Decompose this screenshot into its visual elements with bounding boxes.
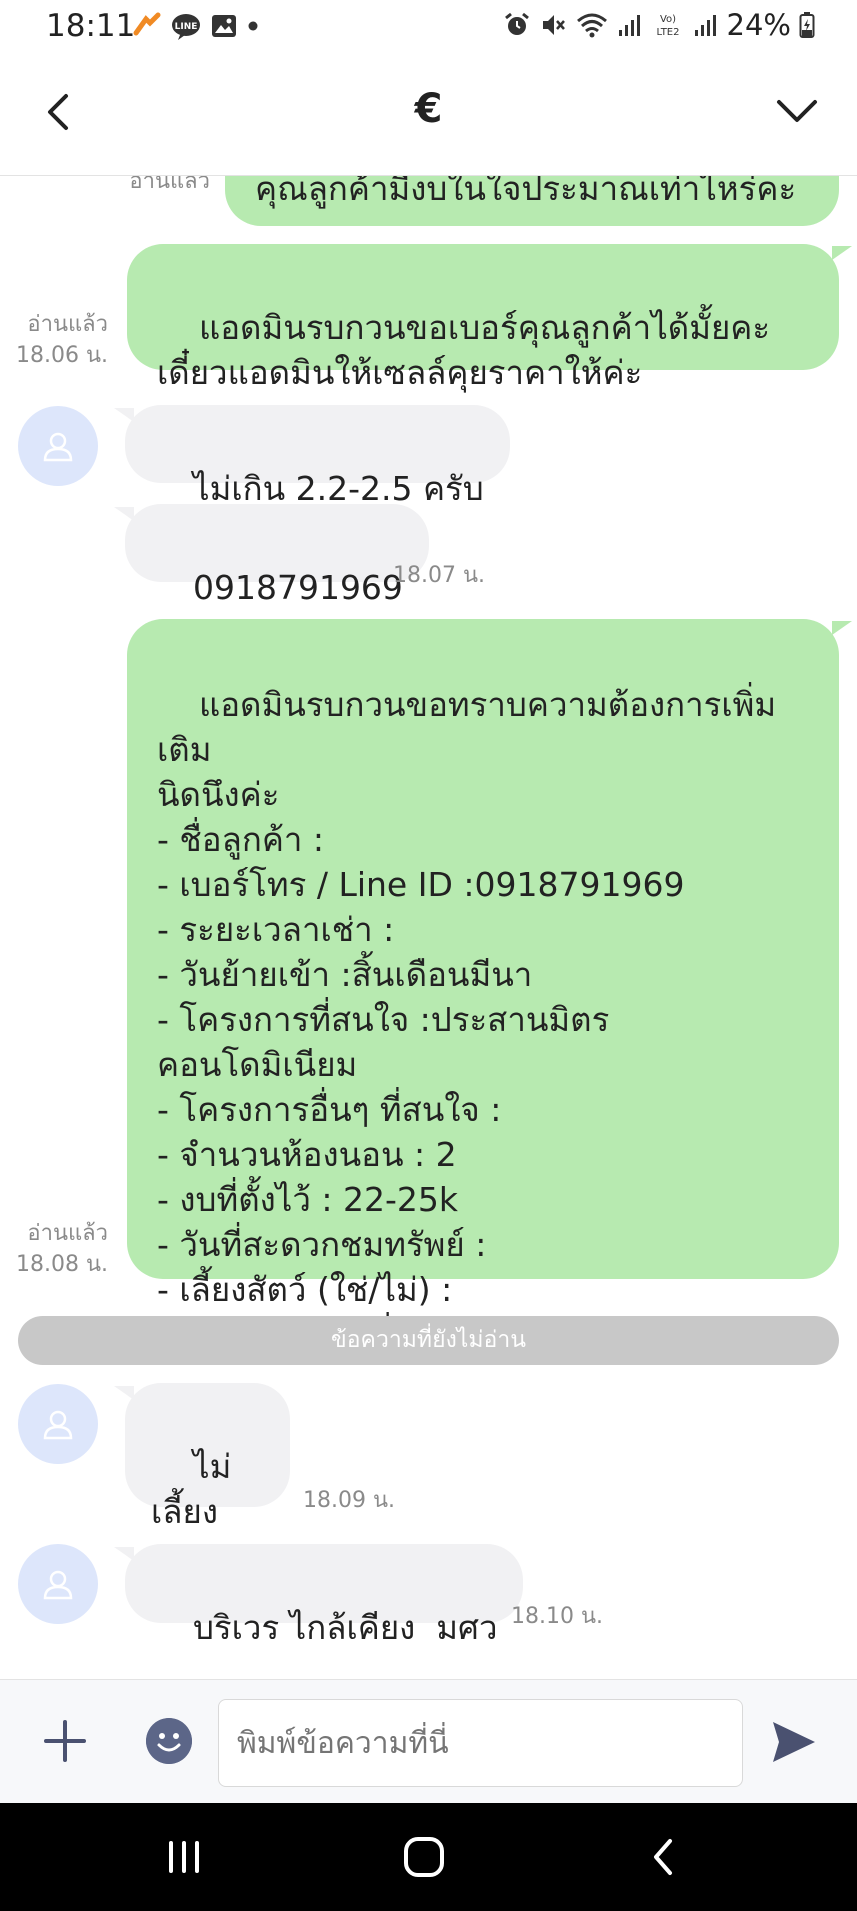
- status-time: 18:11: [46, 8, 136, 44]
- outgoing-message[interactable]: คุณลูกค้ามีงบในใจประมาณเท่าไหร่คะ: [225, 176, 839, 226]
- message-time: 18.09 น.: [303, 1488, 396, 1513]
- system-navigation-bar: [0, 1803, 857, 1911]
- line-app-icon: LINE: [172, 14, 200, 40]
- read-receipt: อ่านแล้ว 18.08 น.: [15, 1221, 108, 1277]
- signal-2-icon: [694, 15, 716, 36]
- message-input[interactable]: [218, 1699, 743, 1787]
- read-receipt: อ่านแล้ว: [129, 176, 210, 194]
- incoming-message[interactable]: บริเวร ไกล้เคียง มศว: [125, 1544, 524, 1647]
- recent-apps-icon[interactable]: [154, 1831, 214, 1883]
- bubble-tail: [114, 507, 134, 521]
- outgoing-message[interactable]: แอดมินรบกวนขอเบอร์คุณลูกค้าได้มั้ยคะ เดี…: [127, 244, 839, 392]
- incoming-message[interactable]: ไม่เกิน 2.2-2.5 ครับ: [125, 405, 510, 508]
- plus-icon[interactable]: [40, 1716, 90, 1766]
- emoji-icon[interactable]: [146, 1718, 192, 1764]
- app-notification-icon: [133, 12, 161, 36]
- gallery-icon: [212, 15, 236, 37]
- unread-divider: ข้อความที่ยังไม่อ่าน: [18, 1316, 839, 1365]
- svg-text:LTE2: LTE2: [656, 27, 679, 38]
- mute-icon: [542, 15, 565, 35]
- person-icon: [43, 432, 73, 462]
- back-nav-icon[interactable]: [634, 1831, 694, 1883]
- incoming-message[interactable]: 0918791969: [125, 504, 429, 607]
- incoming-message[interactable]: ไม่เลี้ยง: [125, 1383, 290, 1531]
- battery-icon: [799, 12, 815, 38]
- notification-dot-icon: [248, 21, 258, 31]
- chevron-down-icon[interactable]: [773, 92, 821, 132]
- message-time: 18.10 น.: [511, 1604, 604, 1629]
- home-icon[interactable]: [394, 1831, 454, 1883]
- avatar[interactable]: [18, 1544, 98, 1624]
- status-bar: 18:11 LINE Vo) LTE2 24%: [0, 0, 857, 52]
- bubble-tail: [114, 1547, 134, 1561]
- bubble-tail: [114, 1386, 134, 1400]
- chat-message-list[interactable]: อ่านแล้ว คุณลูกค้ามีงบในใจประมาณเท่าไหร่…: [0, 176, 857, 1679]
- bubble-tail: [832, 621, 852, 635]
- bubble-tail: [114, 408, 134, 422]
- read-receipt: อ่านแล้ว 18.06 น.: [15, 312, 108, 368]
- avatar[interactable]: [18, 1384, 98, 1464]
- person-icon: [43, 1570, 73, 1600]
- wifi-icon: [576, 13, 607, 38]
- alarm-icon: [504, 12, 529, 35]
- volte-icon: Vo) LTE2: [656, 14, 679, 38]
- bubble-tail: [832, 246, 852, 260]
- battery-percent: 24%: [726, 8, 791, 42]
- outgoing-message[interactable]: แอดมินรบกวนขอทราบความต้องการเพิ่มเติม นิ…: [127, 619, 839, 1354]
- chat-header: €: [0, 52, 857, 176]
- signal-icon: [618, 15, 640, 36]
- message-input-bar: [0, 1679, 857, 1803]
- person-icon: [43, 1410, 73, 1440]
- avatar[interactable]: [18, 406, 98, 486]
- svg-text:LINE: LINE: [175, 22, 198, 32]
- svg-text:Vo): Vo): [659, 14, 675, 25]
- message-time: 18.07 น.: [393, 563, 486, 588]
- chat-title: €: [414, 86, 443, 132]
- send-icon[interactable]: [769, 1718, 819, 1766]
